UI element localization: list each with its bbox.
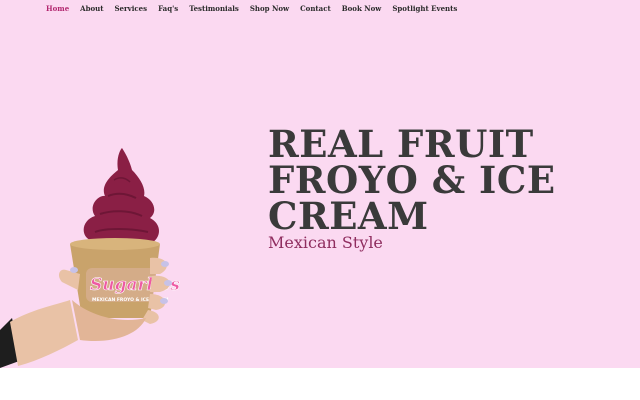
nav-item-services[interactable]: Services	[114, 4, 147, 13]
nav-item-home[interactable]: Home	[46, 4, 69, 13]
nav-item-about[interactable]: About	[80, 4, 103, 13]
main-nav: Home About Services Faq's Testimonials S…	[46, 2, 457, 14]
hero-subhead: Mexican Style	[268, 233, 383, 252]
nav-item-shop-now[interactable]: Shop Now	[250, 4, 289, 13]
froyo-cup-image: Sugarlies MEXICAN FROYO & ICE CREAM	[0, 148, 181, 368]
nav-item-book-now[interactable]: Book Now	[342, 4, 382, 13]
nav-item-contact[interactable]: Contact	[300, 4, 331, 13]
hero-section: Home About Services Faq's Testimonials S…	[0, 0, 640, 368]
headline-line: CREAM	[268, 194, 429, 238]
nav-item-spotlight-events[interactable]: Spotlight Events	[392, 4, 457, 13]
nav-item-testimonials[interactable]: Testimonials	[189, 4, 239, 13]
headline-line: FROYO & ICE	[268, 158, 556, 202]
nav-item-faqs[interactable]: Faq's	[158, 4, 178, 13]
headline-line: REAL FRUIT	[268, 122, 534, 166]
hero-headline: REAL FRUIT FROYO & ICE CREAM	[268, 122, 628, 238]
